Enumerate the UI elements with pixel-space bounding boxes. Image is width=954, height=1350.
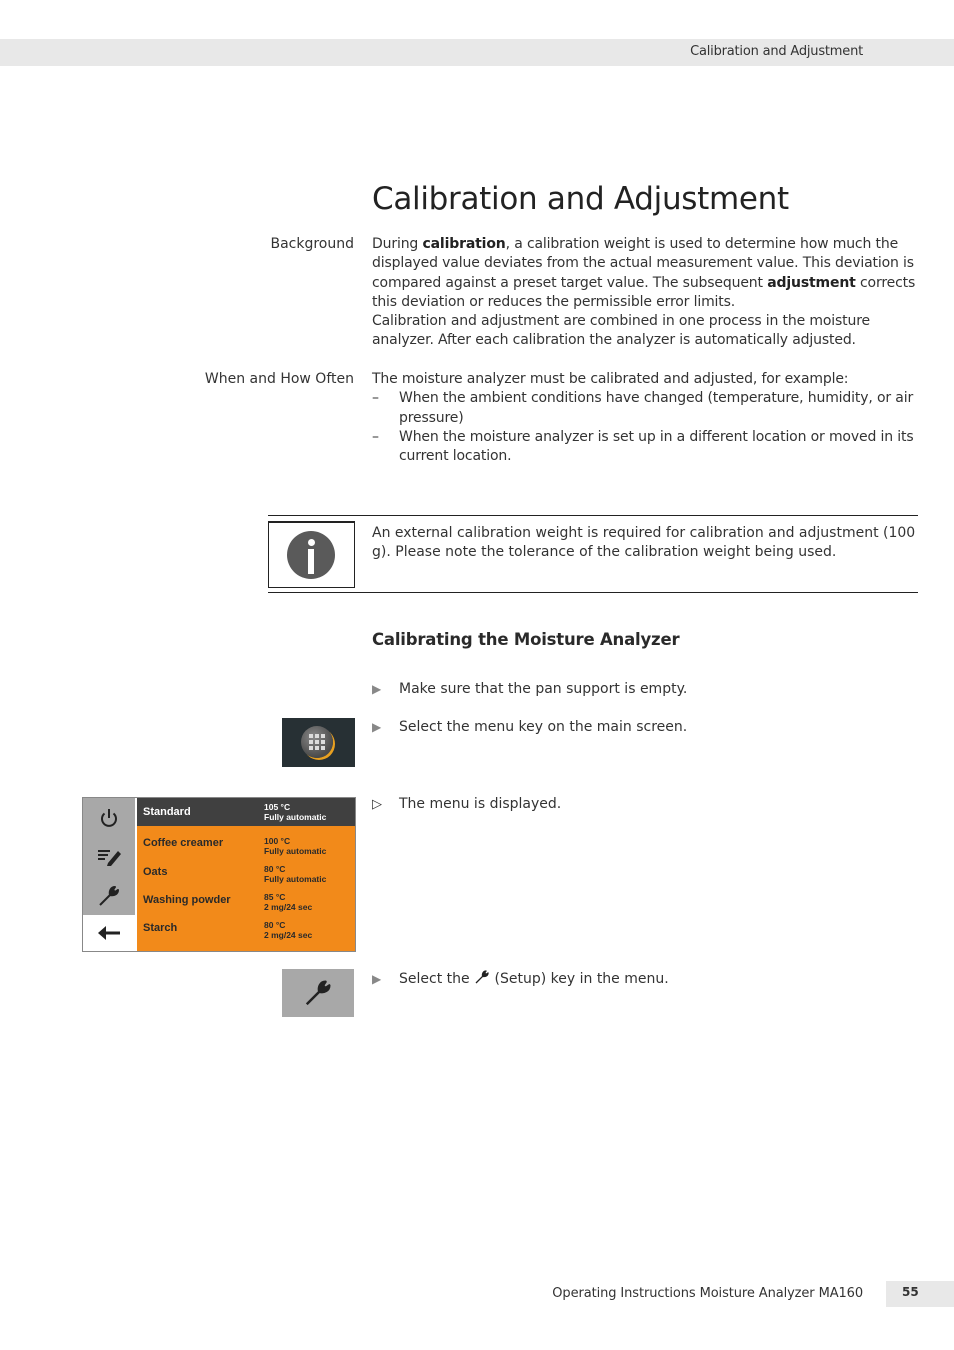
background-label: Background (270, 236, 354, 252)
menu-grid-icon (301, 726, 333, 758)
step-arrow-icon: ▶ (372, 972, 382, 986)
wrench-icon (305, 980, 331, 1006)
info-icon (287, 531, 335, 579)
edit-list-icon[interactable] (95, 842, 123, 870)
when-how-often-intro: The moisture analyzer must be calibrated… (372, 371, 849, 387)
step-4: ▶ Select the (Setup) key in the menu. (372, 970, 669, 987)
background-paragraph-2: Calibration and adjustment are combined … (372, 313, 870, 349)
term-adjustment: adjustment (767, 274, 856, 291)
wrench-icon (475, 970, 489, 984)
back-button[interactable] (83, 915, 135, 951)
program-row[interactable]: Coffee creamer 100 °C Fully automatic (137, 826, 355, 856)
device-sidebar (83, 798, 135, 915)
list-item: – When the ambient conditions have chang… (372, 390, 914, 426)
result-arrow-icon: ▷ (372, 797, 382, 812)
program-row[interactable]: Starch 80 °C 2 mg/24 sec (137, 910, 355, 940)
menu-key-image (282, 718, 355, 767)
term-calibration: calibration (422, 236, 506, 252)
section-heading: Calibrating the Moisture Analyzer (372, 630, 680, 649)
program-row-selected[interactable]: Standard 105 °C Fully automatic (137, 798, 355, 826)
background-text: During calibration, a calibration weight… (372, 235, 917, 351)
info-note-text: An external calibration weight is requir… (372, 525, 916, 561)
list-item: – When the moisture analyzer is set up i… (372, 428, 914, 465)
page-number: 55 (902, 1285, 919, 1299)
program-list: Standard 105 °C Fully automatic Coffee cr… (137, 798, 355, 951)
when-how-often-label: When and How Often (204, 371, 354, 387)
running-header-title: Calibration and Adjustment (690, 44, 863, 59)
note-bottom-rule (268, 592, 918, 593)
step-arrow-icon: ▶ (372, 682, 382, 696)
step-1: ▶ Make sure that the pan support is empty… (372, 681, 688, 697)
when-how-often-text: The moisture analyzer must be calibrated… (372, 370, 917, 466)
page-number-box: 55 (886, 1281, 954, 1307)
note-top-rule (268, 515, 918, 516)
page-title: Calibration and Adjustment (372, 181, 789, 217)
step-arrow-icon: ▶ (372, 720, 382, 734)
program-row[interactable]: Washing powder 85 °C 2 mg/24 sec (137, 882, 355, 912)
dash-bullet: – (372, 390, 379, 407)
background-paragraph-1: During calibration, a calibration weight… (372, 236, 916, 310)
setup-key-image (282, 969, 354, 1017)
dash-bullet: – (372, 428, 379, 445)
device-menu-screen: Standard 105 °C Fully automatic Coffee cr… (82, 797, 356, 952)
back-arrow-icon (95, 919, 123, 947)
step-3-result: ▷ The menu is displayed. (372, 796, 562, 812)
footer-title: Operating Instructions Moisture Analyzer… (552, 1286, 863, 1301)
step-2: ▶ Select the menu key on the main screen. (372, 719, 688, 735)
info-note-icon-box (268, 521, 355, 588)
program-row[interactable]: Oats 80 °C Fully automatic (137, 854, 355, 884)
power-icon[interactable] (95, 804, 123, 832)
wrench-icon[interactable] (95, 882, 123, 910)
